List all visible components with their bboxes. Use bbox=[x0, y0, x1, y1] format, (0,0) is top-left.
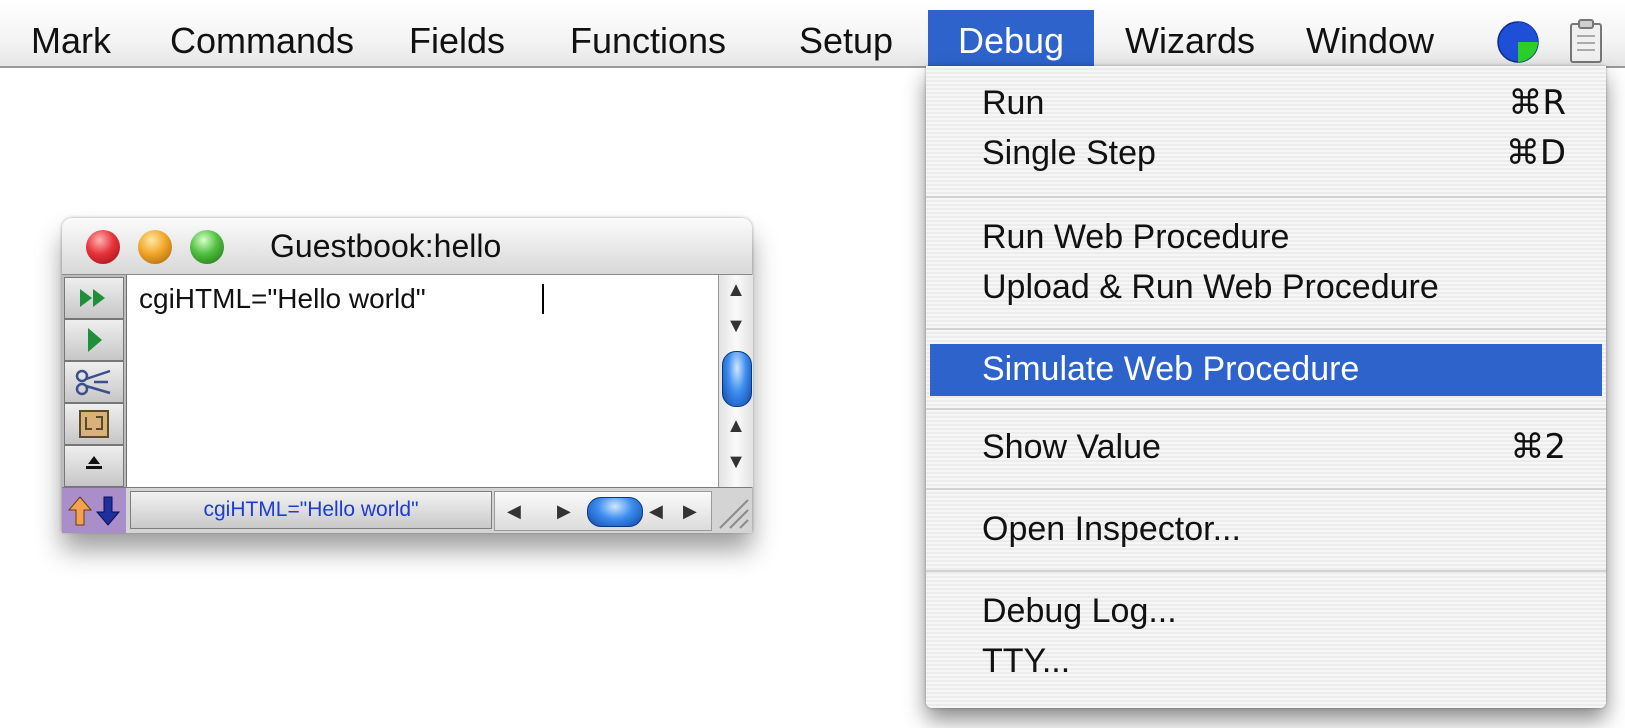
extra-tool-button[interactable] bbox=[64, 445, 124, 487]
menu-separator bbox=[926, 488, 1606, 490]
menu-item-label: Upload & Run Web Procedure bbox=[982, 268, 1439, 306]
scroll-down-arrow-icon[interactable]: ▼ bbox=[719, 451, 753, 474]
menu-item-run-web-procedure[interactable]: Run Web Procedure bbox=[926, 212, 1606, 262]
menu-commands[interactable]: Commands bbox=[142, 10, 382, 66]
clipboard-icon[interactable] bbox=[1568, 18, 1604, 64]
menu-separator bbox=[926, 196, 1606, 198]
fast-forward-button[interactable] bbox=[64, 277, 124, 319]
scroll-left-arrow-icon[interactable]: ◀ bbox=[649, 492, 663, 530]
menu-item-simulate-web-procedure[interactable]: Simulate Web Procedure bbox=[930, 344, 1602, 396]
menu-item-label: Debug Log... bbox=[982, 592, 1177, 630]
vertical-scrollbar[interactable]: ▲ ▼ ▲ ▼ bbox=[718, 275, 753, 487]
record-navigation[interactable] bbox=[62, 488, 126, 533]
menu-item-shortcut: ⌘2 bbox=[1510, 427, 1566, 467]
text-caret bbox=[542, 284, 544, 314]
up-arrow-icon[interactable] bbox=[67, 495, 93, 527]
scroll-right-arrow-icon[interactable]: ▶ bbox=[557, 492, 571, 530]
pie-status-icon[interactable] bbox=[1496, 20, 1540, 64]
window-titlebar[interactable]: Guestbook:hello bbox=[62, 218, 752, 275]
menu-item-shortcut: ⌘D bbox=[1505, 133, 1566, 173]
horizontal-scroll-thumb[interactable] bbox=[587, 497, 643, 527]
resize-grip-icon[interactable] bbox=[714, 492, 750, 530]
extra-tool-icon bbox=[86, 456, 102, 469]
menu-debug[interactable]: Debug bbox=[928, 10, 1094, 66]
fast-forward-icon bbox=[80, 289, 105, 307]
debug-dropdown-menu: Run ⌘R Single Step ⌘D Run Web Procedure … bbox=[926, 66, 1606, 708]
down-arrow-icon[interactable] bbox=[95, 495, 121, 527]
window-title: Guestbook:hello bbox=[270, 228, 502, 264]
scroll-left-arrow-icon[interactable]: ◀ bbox=[507, 492, 521, 530]
scroll-down-arrow-icon[interactable]: ▼ bbox=[719, 315, 753, 338]
run-button[interactable] bbox=[64, 319, 124, 361]
menu-item-label: TTY... bbox=[982, 642, 1071, 680]
menu-separator bbox=[926, 570, 1606, 572]
menu-bar: Mark Commands Fields Functions Setup Deb… bbox=[0, 0, 1625, 68]
window-status-bar: cgiHTML="Hello world" ◀ ▶ ◀ ▶ bbox=[62, 487, 752, 533]
menu-item-label: Show Value bbox=[982, 428, 1161, 466]
play-icon bbox=[88, 328, 102, 352]
menu-separator bbox=[926, 328, 1606, 330]
code-line: cgiHTML="Hello world" bbox=[139, 283, 426, 314]
procedure-window: Guestbook:hello cgiHTML="Hello world" ▲ … bbox=[62, 218, 753, 533]
vertical-scroll-thumb[interactable] bbox=[722, 351, 752, 407]
menu-item-tty[interactable]: TTY... bbox=[926, 636, 1606, 686]
code-editor[interactable]: cgiHTML="Hello world" bbox=[127, 275, 717, 487]
menu-window[interactable]: Window bbox=[1286, 10, 1454, 66]
split-button[interactable] bbox=[64, 403, 124, 445]
menu-fields[interactable]: Fields bbox=[382, 10, 532, 66]
menu-item-label: Single Step bbox=[982, 134, 1156, 172]
menu-item-label: Run bbox=[982, 84, 1045, 122]
minimize-button[interactable] bbox=[138, 230, 172, 264]
scissors-icon bbox=[75, 369, 111, 396]
zoom-button[interactable] bbox=[190, 230, 224, 264]
menu-separator bbox=[926, 408, 1606, 410]
cut-button[interactable] bbox=[64, 361, 124, 403]
menu-functions[interactable]: Functions bbox=[532, 10, 764, 66]
menu-item-shortcut: ⌘R bbox=[1508, 83, 1566, 123]
menu-item-label: Open Inspector... bbox=[982, 510, 1241, 548]
menu-setup[interactable]: Setup bbox=[764, 10, 928, 66]
menu-wizards[interactable]: Wizards bbox=[1094, 10, 1286, 66]
menu-item-show-value[interactable]: Show Value ⌘2 bbox=[926, 422, 1606, 472]
menu-item-debug-log[interactable]: Debug Log... bbox=[926, 586, 1606, 636]
menu-mark[interactable]: Mark bbox=[0, 10, 142, 66]
scroll-up-arrow-icon[interactable]: ▲ bbox=[719, 415, 753, 438]
scroll-right-arrow-icon[interactable]: ▶ bbox=[683, 492, 697, 530]
menu-item-run[interactable]: Run ⌘R bbox=[926, 78, 1606, 128]
close-button[interactable] bbox=[86, 230, 120, 264]
procedure-toolbar bbox=[62, 275, 127, 487]
scroll-up-arrow-icon[interactable]: ▲ bbox=[719, 279, 753, 302]
split-icon bbox=[79, 410, 109, 438]
menu-item-single-step[interactable]: Single Step ⌘D bbox=[926, 128, 1606, 178]
menu-item-upload-run-web-procedure[interactable]: Upload & Run Web Procedure bbox=[926, 262, 1606, 312]
menu-item-label: Run Web Procedure bbox=[982, 218, 1290, 256]
horizontal-scrollbar[interactable]: ◀ ▶ ◀ ▶ bbox=[494, 491, 712, 531]
status-field: cgiHTML="Hello world" bbox=[130, 491, 492, 529]
menu-item-open-inspector[interactable]: Open Inspector... bbox=[926, 504, 1606, 554]
menu-item-label: Simulate Web Procedure bbox=[982, 350, 1360, 388]
